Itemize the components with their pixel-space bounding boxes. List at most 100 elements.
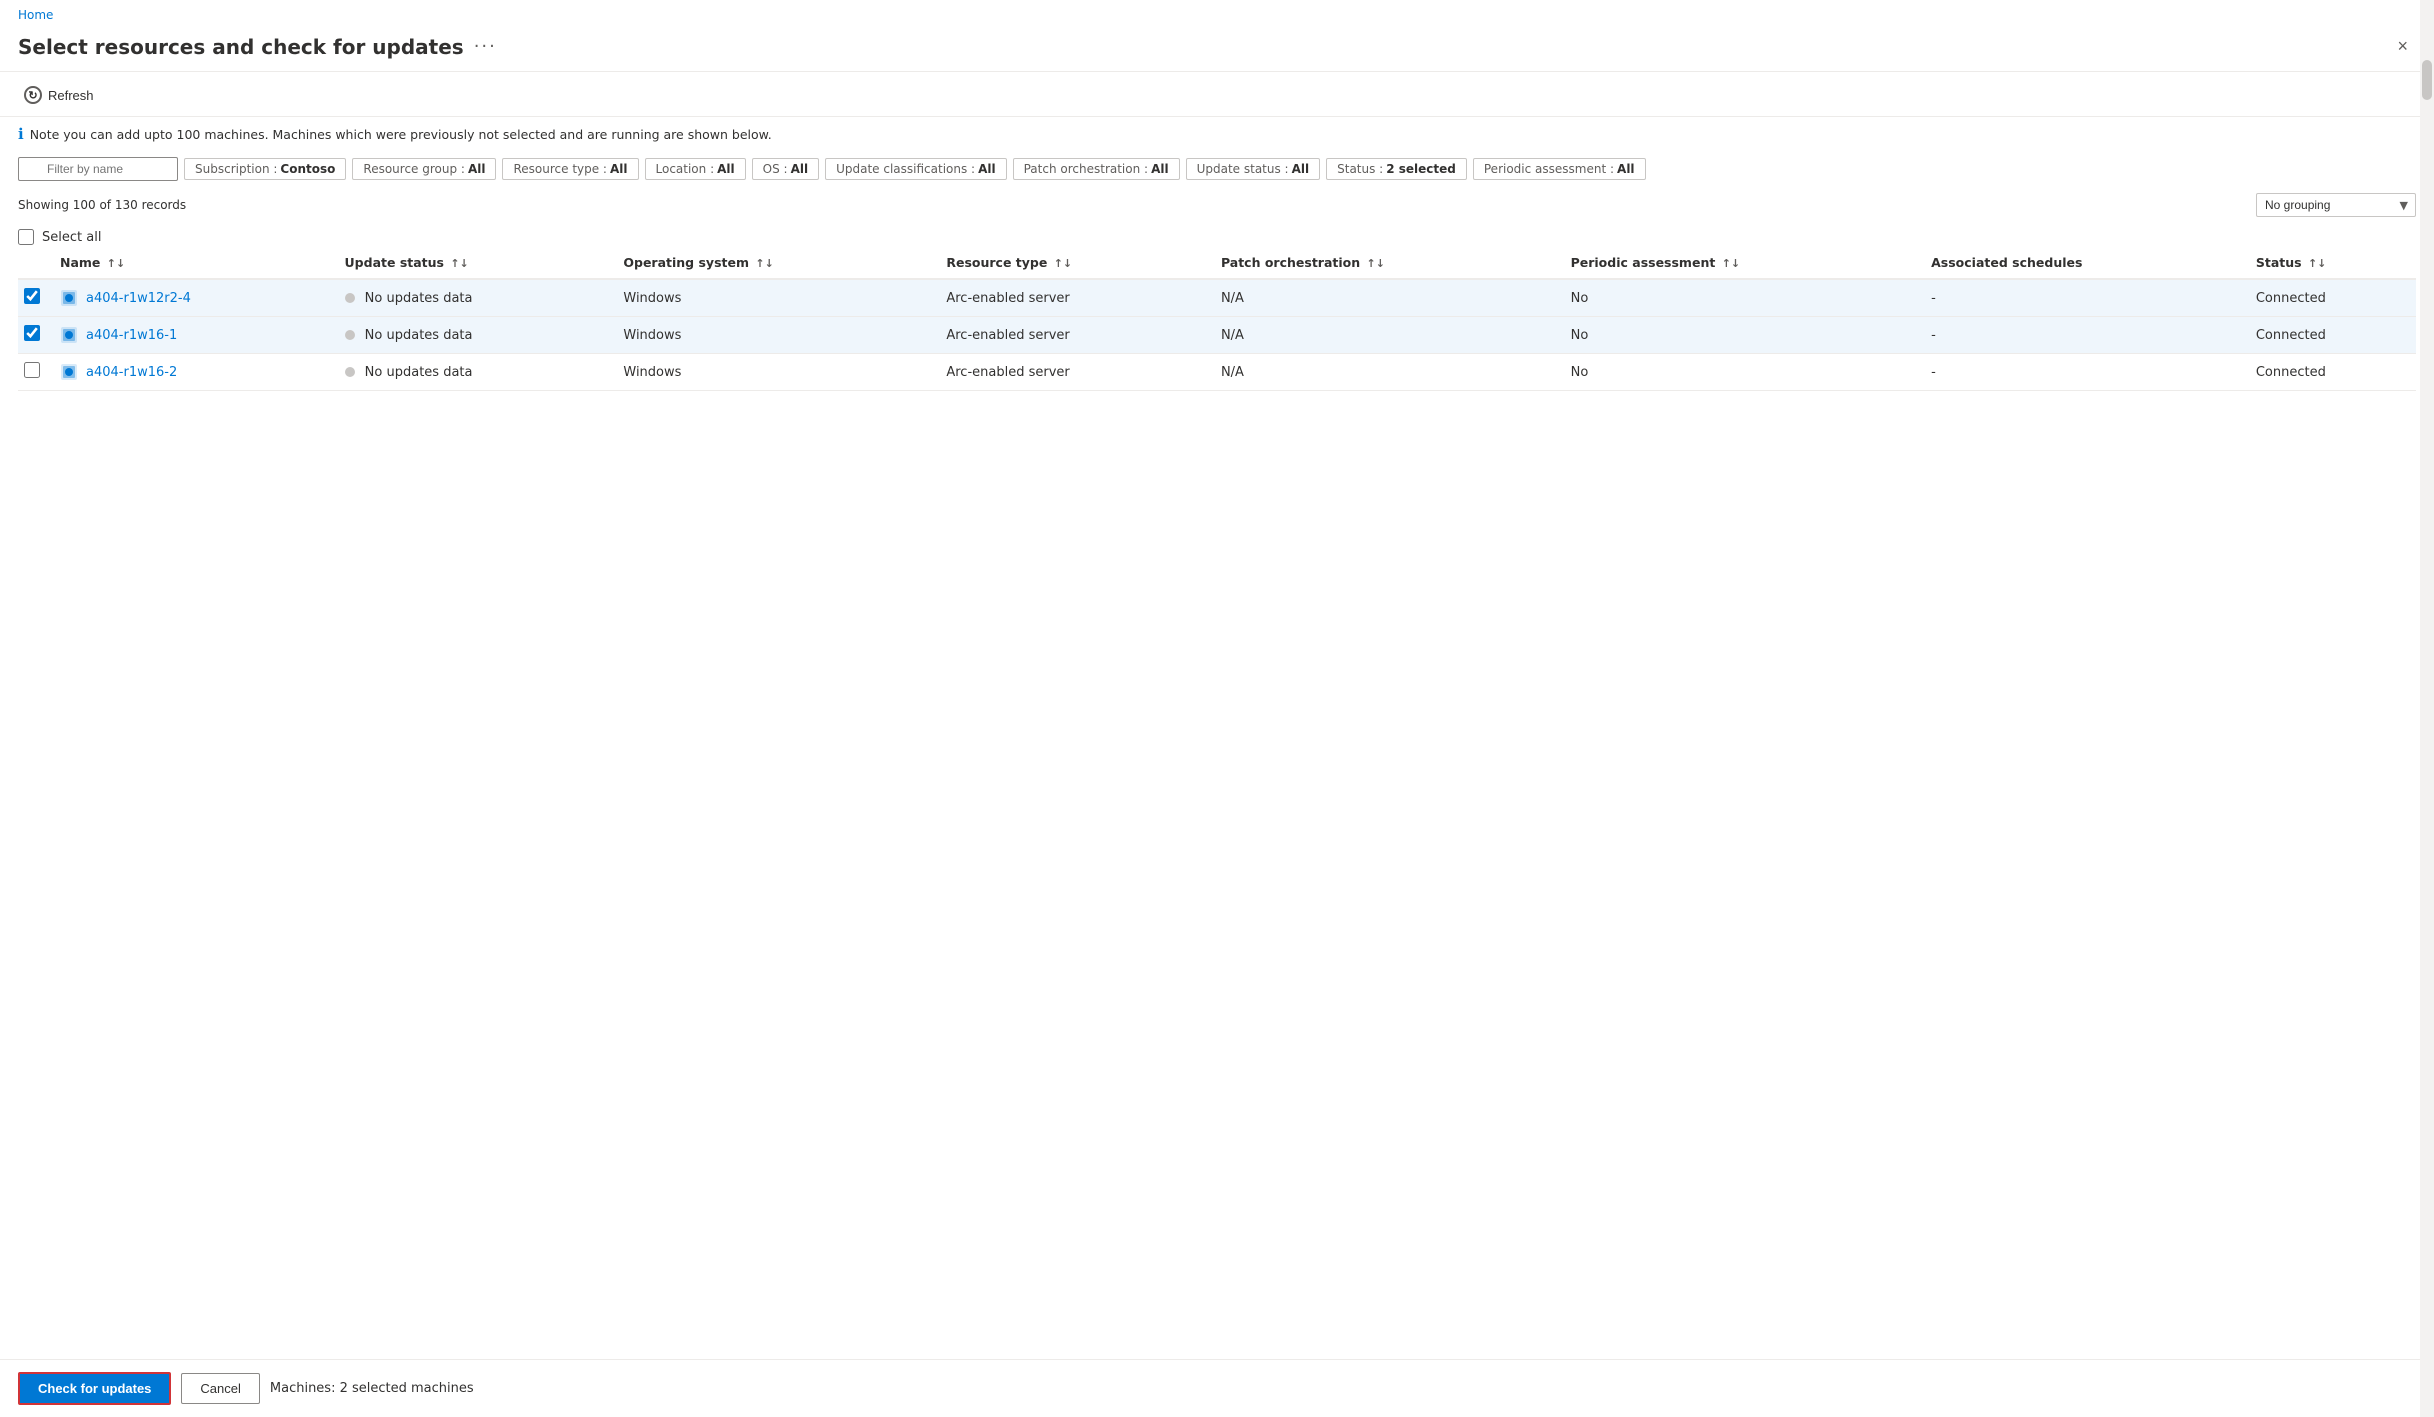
refresh-icon: ↻ — [24, 86, 42, 104]
breadcrumb: Home — [0, 0, 2434, 26]
col-patch-orchestration[interactable]: Patch orchestration ↑↓ — [1215, 247, 1565, 279]
update-status-text: No updates data — [365, 365, 473, 380]
filter-chip[interactable]: Subscription : Contoso — [184, 158, 346, 180]
patch-orch-sort-icon: ↑↓ — [1367, 257, 1385, 270]
chip-key: Periodic assessment : — [1484, 162, 1614, 176]
table-header: Name ↑↓ Update status ↑↓ Operating syste… — [18, 247, 2416, 279]
row-patch-orchestration-cell: N/A — [1215, 354, 1565, 391]
name-sort-icon: ↑↓ — [107, 257, 125, 270]
info-message: Note you can add upto 100 machines. Mach… — [30, 127, 772, 142]
table-row: a404-r1w12r2-4 No updates data Windows A… — [18, 279, 2416, 317]
select-resources-dialog: Home Select resources and check for upda… — [0, 0, 2434, 1417]
row-checkbox[interactable] — [24, 362, 40, 378]
filters-row: 🔍 Subscription : Contoso Resource group :… — [0, 151, 2434, 189]
chip-value: Contoso — [280, 162, 335, 176]
filter-chip[interactable]: Resource type : All — [502, 158, 638, 180]
filter-chip[interactable]: Periodic assessment : All — [1473, 158, 1646, 180]
scrollbar-track — [2420, 0, 2434, 1417]
row-update-status-cell: No updates data — [339, 317, 618, 354]
row-resource-type-cell: Arc-enabled server — [940, 317, 1215, 354]
col-associated-schedules-label: Associated schedules — [1931, 255, 2082, 270]
row-checkbox-cell — [18, 317, 54, 354]
info-bar: ℹ Note you can add upto 100 machines. Ma… — [0, 117, 2434, 151]
filter-chip[interactable]: Location : All — [645, 158, 746, 180]
table-container: Name ↑↓ Update status ↑↓ Operating syste… — [0, 247, 2434, 1359]
resource-icon — [60, 289, 78, 307]
filter-chip[interactable]: Resource group : All — [352, 158, 496, 180]
row-checkbox-cell — [18, 354, 54, 391]
resource-name-link[interactable]: a404-r1w12r2-4 — [86, 291, 191, 306]
row-status-cell: Connected — [2250, 279, 2416, 317]
filter-chip[interactable]: Update status : All — [1186, 158, 1321, 180]
records-row: Showing 100 of 130 records No groupingRe… — [0, 189, 2434, 223]
row-name-cell: a404-r1w16-1 — [54, 317, 339, 354]
resource-icon — [60, 326, 78, 344]
filter-chip[interactable]: OS : All — [752, 158, 819, 180]
row-checkbox-cell — [18, 279, 54, 317]
row-status-cell: Connected — [2250, 354, 2416, 391]
col-os[interactable]: Operating system ↑↓ — [617, 247, 940, 279]
row-name-cell: a404-r1w12r2-4 — [54, 279, 339, 317]
chip-value: All — [791, 162, 809, 176]
filter-chip[interactable]: Status : 2 selected — [1326, 158, 1467, 180]
update-status-sort-icon: ↑↓ — [450, 257, 468, 270]
chip-key: Resource type : — [513, 162, 607, 176]
resources-table: Name ↑↓ Update status ↑↓ Operating syste… — [18, 247, 2416, 391]
check-updates-button[interactable]: Check for updates — [18, 1372, 171, 1405]
col-resource-type[interactable]: Resource type ↑↓ — [940, 247, 1215, 279]
dialog-options-icon[interactable]: ··· — [474, 36, 497, 57]
row-associated-schedules-cell: - — [1925, 279, 2250, 317]
row-name-cell: a404-r1w16-2 — [54, 354, 339, 391]
dialog-close-button[interactable]: × — [2389, 32, 2416, 61]
status-sort-icon: ↑↓ — [2308, 257, 2326, 270]
resource-name-link[interactable]: a404-r1w16-1 — [86, 328, 177, 343]
grouping-select[interactable]: No groupingResource groupOSLocation — [2256, 193, 2416, 217]
table-row: a404-r1w16-2 No updates data Windows Arc… — [18, 354, 2416, 391]
chip-key: Location : — [656, 162, 715, 176]
select-all-row: Select all — [0, 223, 2434, 247]
col-resource-type-label: Resource type — [946, 255, 1047, 270]
row-associated-schedules-cell: - — [1925, 317, 2250, 354]
row-os-cell: Windows — [617, 317, 940, 354]
row-periodic-assessment-cell: No — [1565, 317, 1926, 354]
select-all-checkbox[interactable] — [18, 229, 34, 245]
chip-key: Update status : — [1197, 162, 1289, 176]
row-checkbox[interactable] — [24, 325, 40, 341]
cancel-button[interactable]: Cancel — [181, 1373, 259, 1404]
search-input[interactable] — [18, 157, 178, 181]
chip-key: Update classifications : — [836, 162, 975, 176]
periodic-sort-icon: ↑↓ — [1722, 257, 1740, 270]
col-name-label: Name — [60, 255, 100, 270]
table-row: a404-r1w16-1 No updates data Windows Arc… — [18, 317, 2416, 354]
resource-name-link[interactable]: a404-r1w16-2 — [86, 365, 177, 380]
chip-value: All — [610, 162, 628, 176]
update-status-dot — [345, 293, 355, 303]
resource-icon — [60, 363, 78, 381]
col-name[interactable]: Name ↑↓ — [54, 247, 339, 279]
table-body: a404-r1w12r2-4 No updates data Windows A… — [18, 279, 2416, 391]
row-resource-type-cell: Arc-enabled server — [940, 354, 1215, 391]
grouping-wrapper: No groupingResource groupOSLocation ▼ — [2256, 193, 2416, 217]
row-checkbox[interactable] — [24, 288, 40, 304]
row-status-cell: Connected — [2250, 317, 2416, 354]
filter-chip[interactable]: Update classifications : All — [825, 158, 1007, 180]
row-patch-orchestration-cell: N/A — [1215, 317, 1565, 354]
row-patch-orchestration-cell: N/A — [1215, 279, 1565, 317]
col-update-status[interactable]: Update status ↑↓ — [339, 247, 618, 279]
col-os-label: Operating system — [623, 255, 749, 270]
filter-chip[interactable]: Patch orchestration : All — [1013, 158, 1180, 180]
update-status-dot — [345, 330, 355, 340]
toolbar-row: ↻ Refresh — [0, 72, 2434, 117]
col-status[interactable]: Status ↑↓ — [2250, 247, 2416, 279]
refresh-button[interactable]: ↻ Refresh — [18, 82, 100, 108]
col-periodic-assessment[interactable]: Periodic assessment ↑↓ — [1565, 247, 1926, 279]
dialog-title-row: Select resources and check for updates ·… — [18, 35, 497, 59]
search-wrapper: 🔍 — [18, 157, 178, 181]
home-link[interactable]: Home — [18, 8, 53, 22]
resource-type-sort-icon: ↑↓ — [1054, 257, 1072, 270]
chip-value: 2 selected — [1386, 162, 1456, 176]
row-periodic-assessment-cell: No — [1565, 354, 1926, 391]
select-all-label[interactable]: Select all — [42, 230, 101, 245]
chip-value: All — [1292, 162, 1310, 176]
dialog-title: Select resources and check for updates — [18, 35, 464, 59]
